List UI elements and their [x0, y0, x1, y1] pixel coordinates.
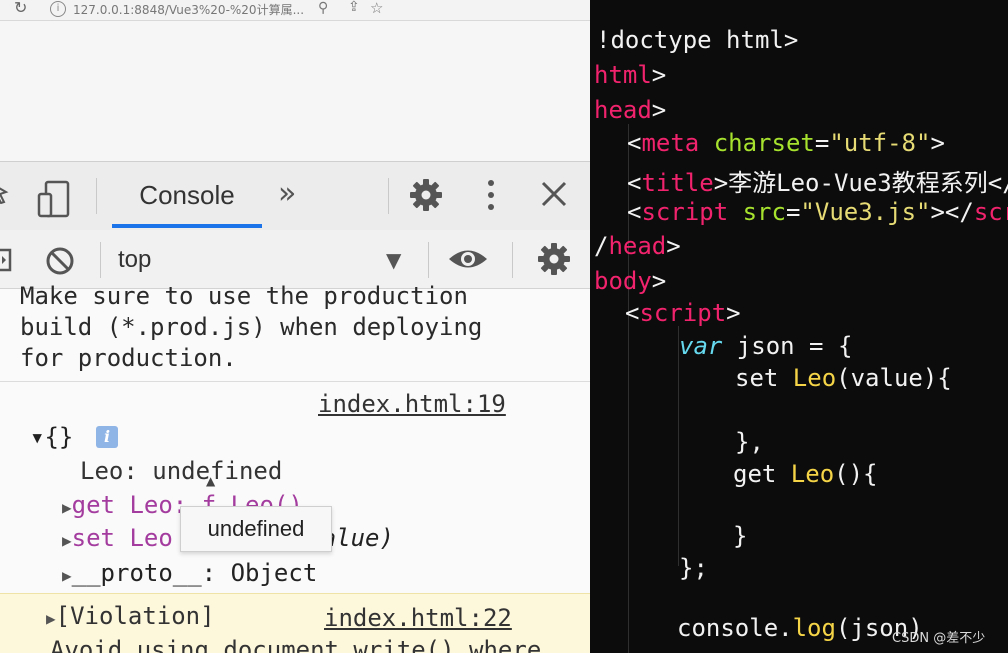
triangle-down-icon[interactable]: ▾ [30, 423, 44, 451]
code-line[interactable]: var json = { [679, 332, 852, 360]
inspect-element-icon[interactable] [0, 182, 10, 204]
share-icon[interactable]: ⇪ [348, 0, 360, 15]
triangle-right-icon[interactable]: ▶ [62, 498, 72, 517]
object-property[interactable]: Leo: undefined [80, 457, 282, 485]
code-line[interactable]: <meta charset="utf-8"> [627, 129, 945, 157]
reload-icon[interactable]: ↻ [14, 0, 27, 17]
triangle-right-icon[interactable]: ▶ [62, 566, 72, 585]
divider [428, 242, 429, 278]
page-viewport [0, 21, 590, 161]
message-line: for production. [20, 344, 237, 372]
code-line[interactable]: }; [679, 554, 708, 582]
code-line[interactable]: <script> [625, 299, 741, 327]
triangle-right-icon[interactable]: ▶ [62, 531, 72, 550]
console-settings-gear-icon[interactable] [535, 240, 573, 278]
code-line[interactable]: /head> [594, 232, 681, 260]
violation-message: Avoid using document.write() where [50, 636, 542, 653]
context-selector[interactable]: top [106, 240, 416, 280]
code-line[interactable]: <script src="Vue3.js"></scr [627, 198, 1008, 226]
source-link[interactable]: index.html:22 [324, 604, 512, 632]
clear-console-icon[interactable] [44, 245, 76, 277]
divider [100, 242, 101, 278]
hover-tooltip: undefined [180, 506, 332, 552]
indent-guide [678, 326, 679, 566]
info-icon[interactable]: i [96, 426, 118, 448]
code-line[interactable]: !doctype html> [596, 26, 798, 54]
object-brace: {} [44, 423, 74, 451]
source-link[interactable]: index.html:19 [318, 390, 506, 418]
live-expression-eye-icon[interactable] [446, 244, 490, 274]
more-tabs-icon[interactable]: » [278, 176, 296, 211]
log-divider [0, 381, 590, 382]
getter-keyword: get [71, 491, 115, 519]
code-line[interactable]: html> [594, 61, 666, 89]
setter-keyword: set [71, 524, 115, 552]
code-line[interactable]: set Leo(value){ [735, 364, 952, 392]
code-line[interactable]: head> [594, 96, 666, 124]
search-icon[interactable]: ⚲ [318, 0, 328, 16]
close-devtools-icon[interactable] [536, 176, 572, 212]
url-text[interactable]: 127.0.0.1:8848/Vue3%20-%20计算属... [73, 1, 304, 18]
bookmark-star-icon[interactable]: ☆ [370, 0, 383, 17]
show-sidebar-icon[interactable] [0, 248, 12, 272]
code-line[interactable]: get Leo(){ [733, 460, 878, 488]
divider [512, 242, 513, 278]
code-line[interactable]: }, [735, 428, 764, 456]
code-line[interactable]: body> [594, 267, 666, 295]
browser-window: ↻ i 127.0.0.1:8848/Vue3%20-%20计算属... ⚲ ⇪… [0, 0, 590, 653]
code-line[interactable]: } [733, 522, 747, 550]
watermark: CSDN @差不少 [892, 631, 986, 646]
device-toolbar-icon[interactable] [37, 180, 71, 218]
proto-text: __proto__: Object [71, 559, 318, 587]
divider [388, 178, 389, 214]
mouse-cursor-icon: ▲ [206, 474, 216, 488]
site-info-icon[interactable]: i [50, 1, 66, 17]
object-expander[interactable]: ▾{} [30, 423, 73, 451]
violation-expander[interactable]: ▶[Violation] [46, 602, 215, 630]
code-line[interactable]: console.log(json) [677, 614, 923, 642]
divider [96, 178, 97, 214]
proto-row[interactable]: ▶__proto__: Object [62, 559, 317, 587]
setter-name: Leo [115, 524, 173, 552]
code-line[interactable]: <title>李游Leo-Vue3教程系列</ [627, 163, 1008, 198]
message-line: build (*.prod.js) when deploying [20, 313, 483, 341]
tab-console[interactable]: Console [112, 162, 262, 228]
console-message: Make sure to use the production build (*… [20, 281, 482, 374]
chevron-down-icon[interactable]: ▼ [386, 248, 401, 272]
triangle-right-icon[interactable]: ▶ [46, 609, 56, 628]
more-options-icon[interactable] [478, 176, 504, 214]
settings-gear-icon[interactable] [407, 176, 445, 214]
message-line: Make sure to use the production [20, 282, 468, 310]
active-tab-indicator [112, 224, 262, 228]
violation-label: [Violation] [55, 602, 215, 630]
